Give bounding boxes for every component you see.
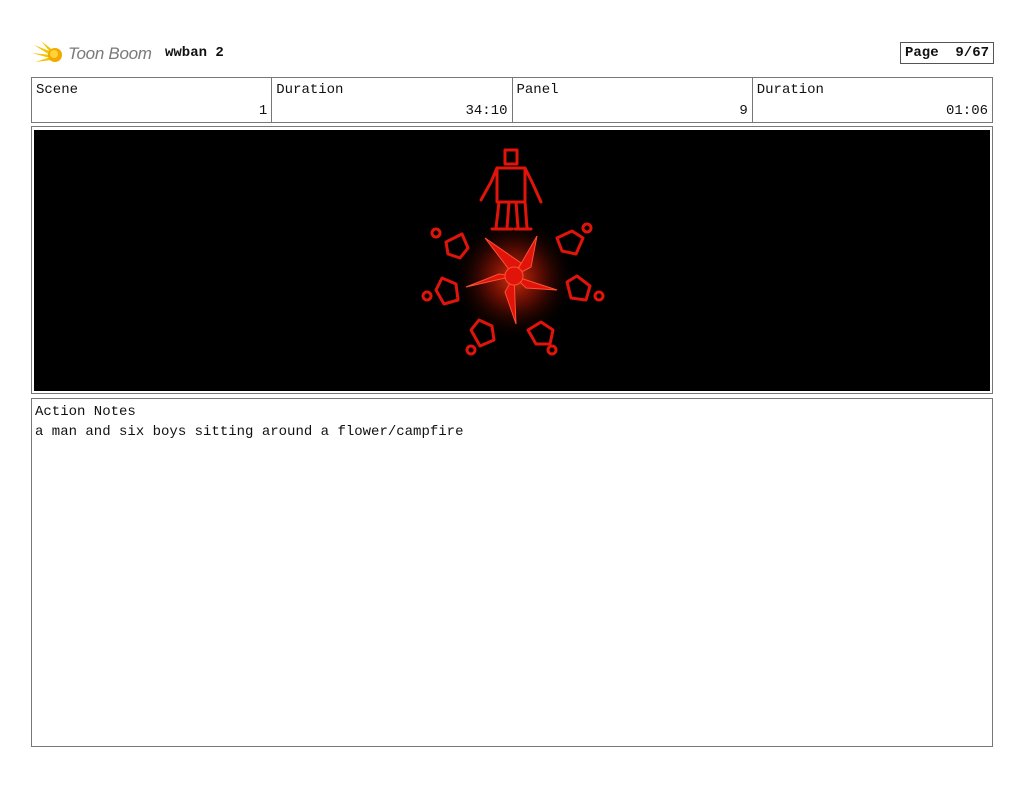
brand-name: Toon Boom	[68, 44, 152, 63]
panel-drawing	[34, 130, 990, 391]
storyboard-panel	[31, 126, 993, 394]
panel-cell: Panel 9	[513, 78, 753, 122]
panel-duration-cell: Duration 01:06	[753, 78, 992, 122]
boy-left	[421, 276, 460, 306]
panel-label: Panel	[516, 82, 559, 98]
campfire-drawing	[421, 148, 605, 356]
panel-duration-value: 01:06	[945, 103, 988, 119]
action-notes-box: Action Notes a man and six boys sitting …	[31, 398, 993, 747]
scene-label: Scene	[36, 82, 79, 98]
starburst-icon	[32, 41, 62, 62]
scene-duration-cell: Duration 34:10	[272, 78, 513, 122]
project-title: wwban 2	[165, 45, 224, 61]
scene-value: 1	[258, 103, 268, 119]
panel-info-bar: Scene 1 Duration 34:10 Panel 9 Duration …	[31, 77, 993, 123]
action-notes-text: a man and six boys sitting around a flow…	[35, 424, 464, 440]
toon-boom-logo: Toon Boom	[32, 38, 152, 70]
action-notes-title: Action Notes	[35, 404, 136, 420]
scene-cell: Scene 1	[32, 78, 273, 122]
scene-duration-label: Duration	[276, 82, 344, 98]
page-header: Toon Boom wwban 2 Page 9/67	[32, 36, 994, 70]
page-indicator: Page 9/67	[899, 42, 994, 64]
panel-duration-label: Duration	[756, 82, 824, 98]
panel-value: 9	[739, 103, 748, 119]
scene-duration-value: 34:10	[465, 103, 508, 119]
